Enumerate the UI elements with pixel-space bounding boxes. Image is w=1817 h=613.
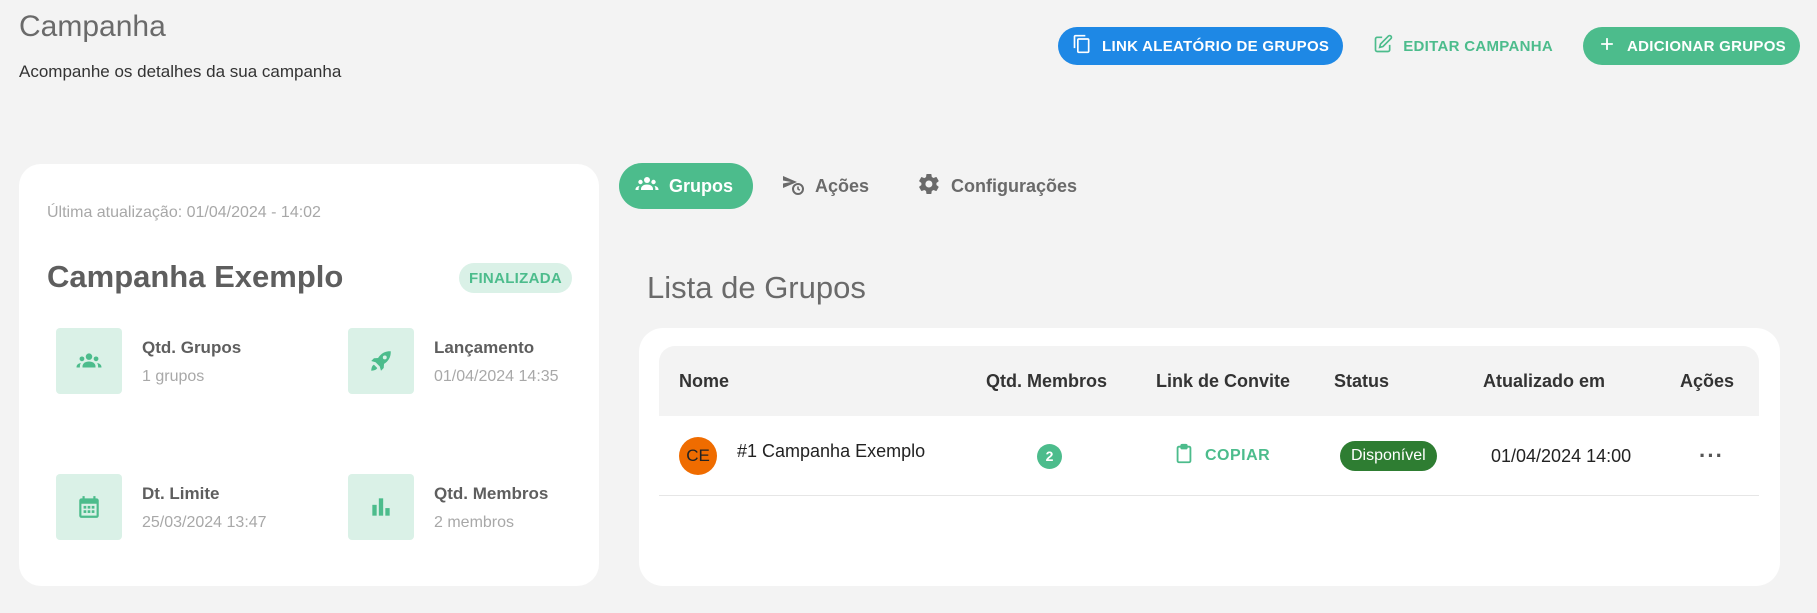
- table-header: Nome Qtd. Membros Link de Convite Status…: [659, 346, 1759, 416]
- stat-value: 01/04/2024 14:35: [434, 368, 559, 385]
- group-name-cell: CE #1 Campanha Exemplo: [679, 416, 925, 496]
- status-badge: FINALIZADA: [459, 263, 572, 293]
- campaign-name: Campanha Exemplo: [47, 259, 344, 294]
- stat-deadline: Dt. Limite 25/03/2024 13:47: [56, 474, 267, 540]
- campaign-summary-card: Última atualização: 01/04/2024 - 14:02 C…: [19, 164, 599, 586]
- groups-icon: [635, 172, 659, 201]
- random-group-link-label: LINK ALEATÓRIO DE GRUPOS: [1102, 37, 1330, 55]
- page-title: Campanha: [19, 10, 166, 43]
- member-count-badge: 2: [1037, 443, 1062, 469]
- column-header-name[interactable]: Nome: [679, 346, 729, 416]
- random-group-link-button[interactable]: LINK ALEATÓRIO DE GRUPOS: [1058, 27, 1344, 65]
- groups-icon: [56, 328, 122, 394]
- copy-invite-link-button[interactable]: COPIAR: [1173, 443, 1270, 470]
- groups-table-card: Nome Qtd. Membros Link de Convite Status…: [639, 328, 1780, 586]
- column-header-invite-link[interactable]: Link de Convite: [1156, 346, 1290, 416]
- rocket-icon: [348, 328, 414, 394]
- add-groups-button[interactable]: ADICIONAR GRUPOS: [1583, 27, 1800, 65]
- column-header-updated[interactable]: Atualizado em: [1483, 346, 1605, 416]
- status-cell: Disponível: [1340, 416, 1437, 496]
- tab-label: Configurações: [951, 175, 1078, 196]
- stat-value: 25/03/2024 13:47: [142, 514, 267, 531]
- stat-label: Lançamento: [434, 338, 535, 357]
- column-header-actions: Ações: [1680, 370, 1735, 391]
- plus-icon: [1597, 34, 1617, 58]
- stat-label: Qtd. Membros: [434, 484, 549, 503]
- tab-label: Grupos: [669, 175, 734, 196]
- status-chip: Disponível: [1340, 441, 1437, 471]
- column-header-status[interactable]: Status: [1334, 346, 1389, 416]
- table-row[interactable]: CE #1 Campanha Exemplo 2 COPIAR Disponív…: [659, 416, 1759, 496]
- stat-launch: Lançamento 01/04/2024 14:35: [348, 328, 559, 394]
- updated-at-cell: 01/04/2024 14:00: [1491, 416, 1631, 496]
- stat-label: Dt. Limite: [142, 484, 220, 503]
- last-updated: Última atualização: 01/04/2024 - 14:02: [47, 204, 321, 221]
- stat-label: Qtd. Grupos: [142, 338, 242, 357]
- tab-groups[interactable]: Grupos: [619, 163, 754, 209]
- campaign-tabs: Grupos Ações Configurações: [619, 163, 1097, 209]
- more-options-icon[interactable]: ···: [1699, 443, 1724, 469]
- edit-campaign-button[interactable]: EDITAR CAMPANHA: [1359, 27, 1567, 65]
- group-name: #1 Campanha Exemplo: [737, 440, 926, 461]
- tab-actions[interactable]: Ações: [765, 163, 889, 209]
- header-actions: LINK ALEATÓRIO DE GRUPOS EDITAR CAMPANHA…: [1058, 27, 1800, 65]
- tab-settings[interactable]: Configurações: [901, 163, 1097, 209]
- calendar-icon: [56, 474, 122, 540]
- stat-value: 2 membros: [434, 514, 515, 531]
- bar-chart-icon: [348, 474, 414, 540]
- scheduled-send-icon: [781, 172, 805, 201]
- clipboard-icon: [1173, 443, 1195, 470]
- copy-label: COPIAR: [1205, 447, 1271, 464]
- edit-campaign-label: EDITAR CAMPANHA: [1403, 37, 1554, 55]
- actions-cell: ···: [1699, 416, 1724, 496]
- copy-icon: [1072, 34, 1092, 58]
- edit-icon: [1373, 34, 1393, 58]
- add-groups-label: ADICIONAR GRUPOS: [1627, 37, 1786, 55]
- stat-member-count: Qtd. Membros 2 membros: [348, 474, 548, 540]
- tab-label: Ações: [815, 175, 870, 196]
- invite-link-cell: COPIAR: [1173, 416, 1270, 496]
- groups-list-title: Lista de Grupos: [647, 270, 866, 305]
- gear-icon: [917, 172, 941, 201]
- avatar: CE: [679, 437, 717, 475]
- stat-group-count: Qtd. Grupos 1 grupos: [56, 328, 241, 394]
- members-cell: 2: [1037, 416, 1062, 496]
- updated-at: 01/04/2024 14:00: [1491, 445, 1632, 466]
- stat-value: 1 grupos: [142, 368, 205, 385]
- page-subtitle: Acompanhe os detalhes da sua campanha: [19, 62, 342, 81]
- column-header-members[interactable]: Qtd. Membros: [986, 346, 1107, 416]
